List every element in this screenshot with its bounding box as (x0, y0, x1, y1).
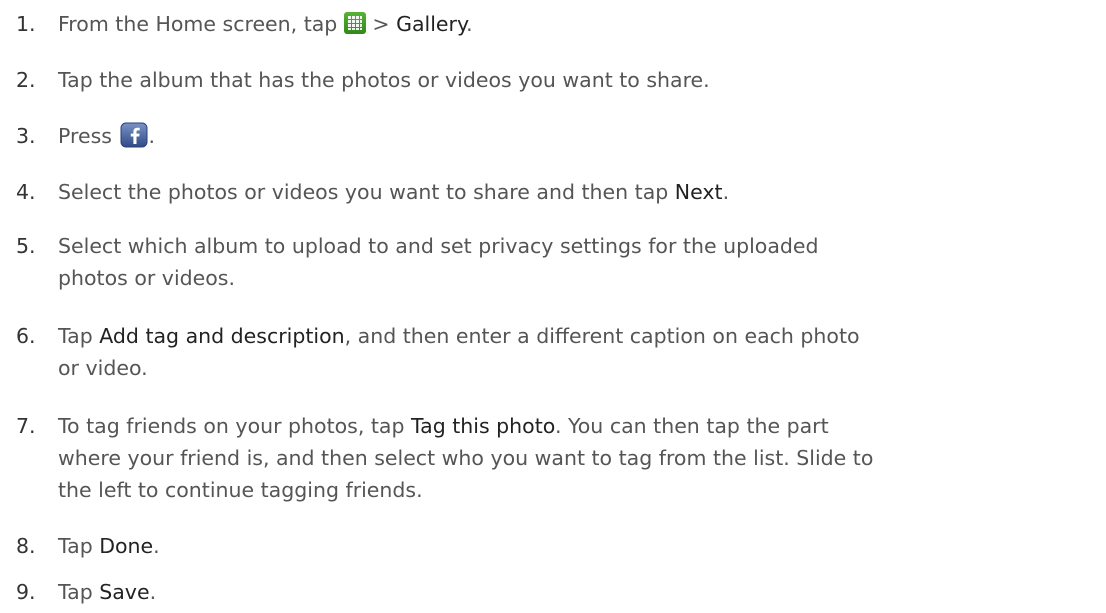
step-text-part: . (153, 534, 160, 558)
step-keyword: Add tag and description (99, 324, 345, 348)
step-number: 2. (16, 68, 36, 92)
step-text-part: > (365, 12, 397, 36)
step-keyword: Done (99, 534, 154, 558)
step-text-part: Press (58, 124, 119, 148)
step-keyword: Tag this photo (411, 414, 555, 438)
step-text: Select the photos or videos you want to … (58, 176, 1098, 208)
step-text-line: photos or videos. (58, 266, 236, 290)
step-keyword: Gallery (396, 12, 467, 36)
step-number: 6. (16, 324, 36, 348)
step-text: Tap Save. (58, 576, 1098, 608)
step-number: 7. (16, 414, 36, 438)
step-text-part: Tap (58, 324, 100, 348)
step-number: 8. (16, 534, 36, 558)
step-number: 1. (16, 12, 36, 36)
step-text-line: the left to continue tagging friends. (58, 478, 423, 502)
step-text-part: . (722, 180, 730, 204)
step-text-line: Select which album to upload to and set … (58, 234, 819, 258)
step-text-part: Tap (58, 534, 100, 558)
step-number: 3. (16, 124, 36, 148)
step-number: 9. (16, 580, 36, 604)
app-grid-icon (343, 12, 366, 34)
step-text-part: . (148, 124, 156, 148)
step-text: To tag friends on your photos, tap Tag t… (58, 410, 1098, 506)
step-text-part: To tag friends on your photos, tap (58, 414, 412, 438)
step-text-part: . You can then tap the part (554, 414, 829, 438)
step-text-part: . (149, 580, 157, 604)
step-text: Tap the album that has the photos or vid… (58, 68, 710, 92)
step-text: Select which album to upload to and set … (58, 230, 1098, 294)
step-text: Tap Done. (58, 530, 1098, 562)
step-text-part: Tap (58, 580, 100, 604)
step-keyword: Save (99, 580, 150, 604)
step-text: Press . (58, 120, 1098, 152)
step-text-line: where your friend is, and then select wh… (58, 446, 874, 470)
step-text: From the Home screen, tap > Gallery. (58, 8, 1098, 40)
step-text: Tap Add tag and description, and then en… (58, 320, 1098, 384)
step-text-part: . (466, 12, 473, 36)
step-text-part: Select the photos or videos you want to … (58, 180, 675, 204)
step-text-line: or video. (58, 356, 148, 380)
step-keyword: Next (674, 180, 723, 204)
step-text-part: , and then enter a different caption on … (344, 324, 860, 348)
step-number: 4. (16, 180, 36, 204)
step-text-part: From the Home screen, tap (58, 12, 344, 36)
facebook-icon (120, 122, 148, 148)
step-number: 5. (16, 234, 36, 258)
instruction-list: 1. From the Home screen, tap > Gallery . … (0, 0, 1106, 613)
